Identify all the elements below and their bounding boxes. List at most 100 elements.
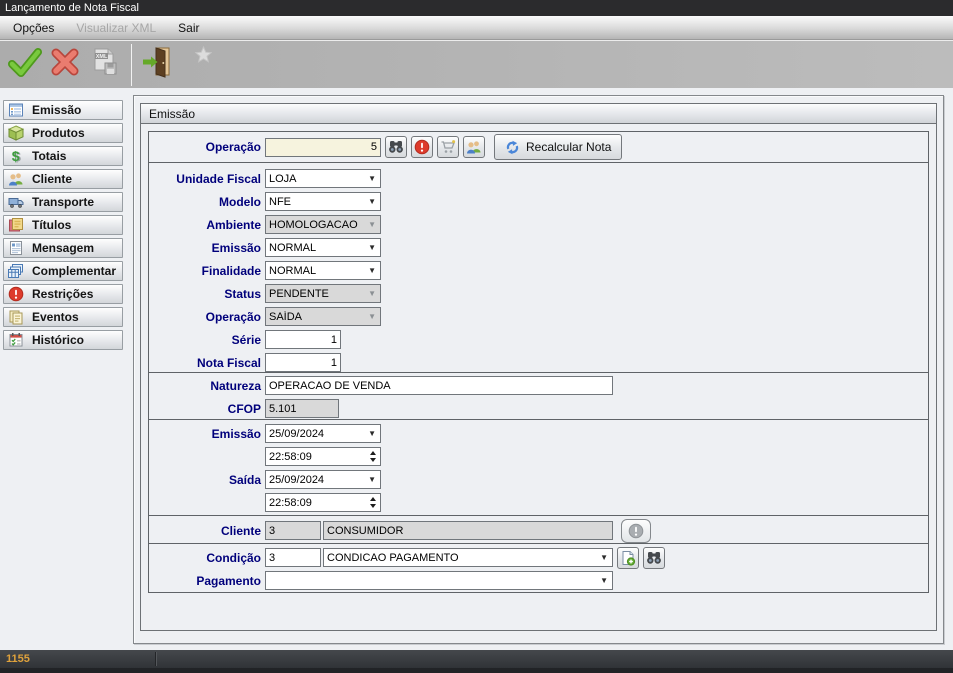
chevron-down-icon: ▼: [368, 430, 376, 438]
window-title: Lançamento de Nota Fiscal: [5, 2, 139, 14]
sidebar-item-label: Títulos: [32, 218, 71, 232]
condicao-new-button[interactable]: [617, 547, 639, 569]
condicao-search-button[interactable]: [643, 547, 665, 569]
operacao-label: Operação: [149, 140, 261, 154]
emissao-groupbox: Emissão Operação: [140, 103, 937, 631]
sidebar-item-historico[interactable]: Histórico: [3, 330, 123, 350]
operacao-input[interactable]: [265, 138, 381, 157]
saida-time-value: 22:58:09: [266, 497, 366, 509]
sidebar-item-totais[interactable]: $$ Totais: [3, 146, 123, 166]
serie-input[interactable]: [265, 330, 341, 349]
new-document-icon: [620, 550, 636, 566]
operacao-tipo-label: Operação: [149, 310, 261, 324]
info-gray-icon: [628, 523, 644, 539]
operacao-alert-button[interactable]: [411, 136, 433, 158]
window-titlebar: Lançamento de Nota Fiscal: [0, 0, 953, 16]
message-icon: [8, 240, 24, 256]
sidebar-item-label: Eventos: [32, 310, 79, 324]
sidebar-item-titulos[interactable]: Títulos: [3, 215, 123, 235]
operacao-tipo-value: SAÍDA: [269, 311, 302, 323]
exit-button[interactable]: [139, 45, 177, 85]
emissao-tipo-select[interactable]: NORMAL ▼: [265, 238, 381, 257]
modelo-select[interactable]: NFE ▼: [265, 192, 381, 211]
dollar-icon: $$: [8, 148, 24, 164]
finalidade-select[interactable]: NORMAL ▼: [265, 261, 381, 280]
unidade-fiscal-select[interactable]: LOJA ▼: [265, 169, 381, 188]
cliente-name-input: [323, 521, 613, 540]
saida-time-spinner[interactable]: 22:58:09: [265, 493, 381, 512]
cancel-button[interactable]: [46, 45, 84, 85]
chevron-down-icon: ▼: [368, 267, 376, 275]
status-value: PENDENTE: [269, 288, 329, 300]
cliente-info-button: [621, 519, 651, 543]
ambiente-value: HOMOLOGACAO: [269, 219, 358, 231]
modelo-value: NFE: [269, 196, 291, 208]
warning-icon: [414, 139, 430, 155]
xml-save-icon: XML: [90, 47, 120, 82]
package-icon: [8, 125, 24, 141]
recalcular-nota-button[interactable]: Recalcular Nota: [494, 134, 622, 160]
saida-date-picker[interactable]: 25/09/2024 ▼: [265, 470, 381, 489]
sidebar-item-emissao[interactable]: Emissão: [3, 100, 123, 120]
unidade-fiscal-value: LOJA: [269, 173, 297, 185]
serie-label: Série: [149, 333, 261, 347]
cfop-label: CFOP: [149, 402, 261, 416]
tables-icon: [8, 263, 24, 279]
finalidade-value: NORMAL: [269, 265, 316, 277]
status-bar: 1155: [0, 650, 953, 668]
operacao-client-button[interactable]: [463, 136, 485, 158]
window-bottom-edge: [0, 668, 953, 673]
menu-bar: Opções Visualizar XML Sair: [0, 16, 953, 40]
xml-save-button: XML: [86, 45, 124, 85]
chevron-down-icon: ▼: [368, 476, 376, 484]
sidebar-item-cliente[interactable]: Cliente: [3, 169, 123, 189]
users-icon: [466, 139, 482, 155]
emissao-date-picker[interactable]: 25/09/2024 ▼: [265, 424, 381, 443]
spinner-arrows-icon[interactable]: [366, 497, 380, 508]
operacao-search-button[interactable]: [385, 136, 407, 158]
sidebar-item-eventos[interactable]: Eventos: [3, 307, 123, 327]
nota-fiscal-input[interactable]: [265, 353, 341, 372]
cart-icon: [440, 139, 456, 155]
sidebar-item-label: Totais: [32, 149, 66, 163]
section-pagamento: Condição CONDICAO PAGAMENTO ▼ Pagamento: [148, 543, 929, 593]
sidebar-item-mensagem[interactable]: Mensagem: [3, 238, 123, 258]
chevron-down-icon: ▼: [600, 577, 608, 585]
sidebar-item-label: Cliente: [32, 172, 72, 186]
sidebar-item-complementar[interactable]: Complementar: [3, 261, 123, 281]
sidebar-item-produtos[interactable]: Produtos: [3, 123, 123, 143]
cliente-code-input: [265, 521, 321, 540]
sidebar-item-restricoes[interactable]: Restrições: [3, 284, 123, 304]
main-panel: Emissão Operação: [133, 95, 944, 644]
truck-icon: [8, 194, 24, 210]
unidade-fiscal-label: Unidade Fiscal: [149, 172, 261, 186]
natureza-input[interactable]: [265, 376, 613, 395]
condicao-label: Condição: [149, 551, 261, 565]
group-title: Emissão: [149, 107, 195, 121]
spinner-arrows-icon[interactable]: [366, 451, 380, 462]
calendar-icon: [8, 332, 24, 348]
section-natureza: Natureza CFOP: [148, 372, 929, 420]
ambiente-select: HOMOLOGACAO ▼: [265, 215, 381, 234]
cfop-input: [265, 399, 339, 418]
svg-text:$: $: [12, 148, 20, 164]
emissao-date-value: 25/09/2024: [269, 428, 324, 440]
section-config: Unidade Fiscal LOJA ▼ Modelo NFE ▼ Ambie…: [148, 162, 929, 373]
cliente-label: Cliente: [149, 524, 261, 538]
pagamento-select[interactable]: ▼: [265, 571, 613, 590]
emissao-data-label: Emissão: [149, 427, 261, 441]
sidebar-item-transporte[interactable]: Transporte: [3, 192, 123, 212]
condicao-select[interactable]: CONDICAO PAGAMENTO ▼: [323, 548, 613, 567]
nota-fiscal-label: Nota Fiscal: [149, 356, 261, 370]
emissao-time-spinner[interactable]: 22:58:09: [265, 447, 381, 466]
condicao-code-input[interactable]: [265, 548, 321, 567]
menu-opcoes[interactable]: Opções: [2, 16, 65, 40]
group-header: Emissão: [141, 104, 936, 124]
section-operacao: Operação Recalcular Nota: [148, 131, 929, 163]
finalidade-label: Finalidade: [149, 264, 261, 278]
sidebar-item-label: Complementar: [32, 264, 116, 278]
confirm-button[interactable]: [6, 45, 44, 85]
favorite-star-icon: [195, 46, 212, 68]
menu-sair[interactable]: Sair: [167, 16, 210, 40]
sidebar: Emissão Produtos $$ Totais Cliente Trans…: [3, 100, 123, 353]
